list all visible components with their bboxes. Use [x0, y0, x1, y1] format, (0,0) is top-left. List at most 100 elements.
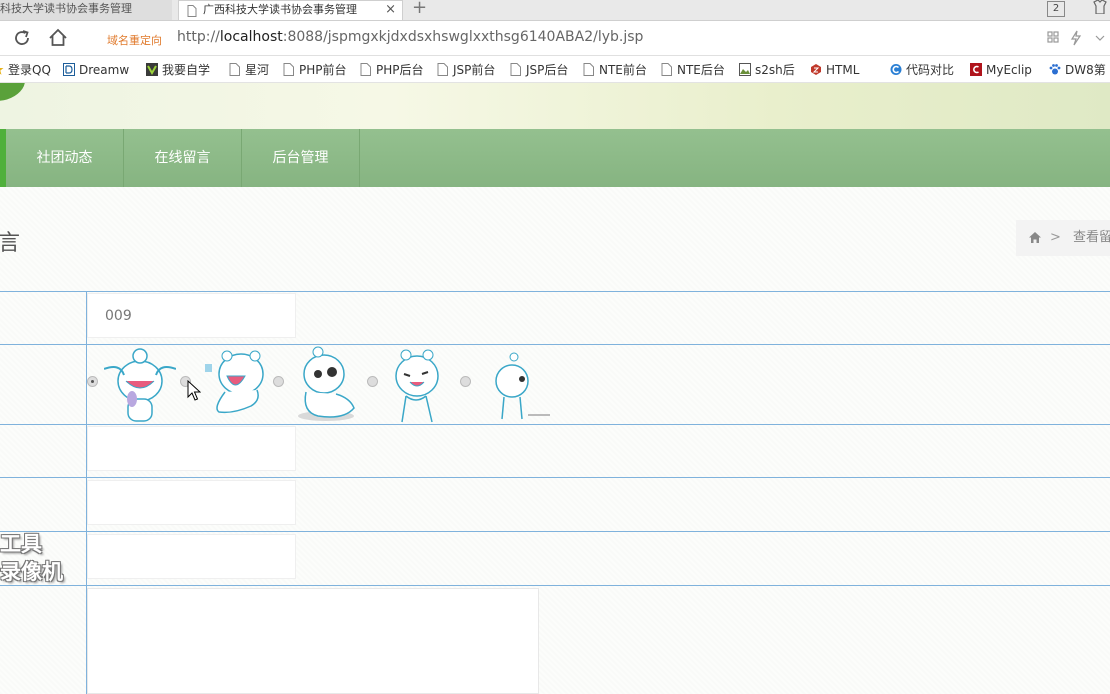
chevron-down-icon [1095, 35, 1105, 41]
form-row-divider [0, 344, 1110, 345]
star-icon [0, 68, 4, 75]
bookmark-item[interactable]: PHP后台 [360, 62, 424, 78]
form-row-divider [0, 477, 1110, 478]
bookmark-label: PHP后台 [376, 63, 424, 77]
page-icon [510, 63, 521, 76]
url-path: :8088/jspmgxkjdxdsxhswglxxthsg6140ABA2/l… [282, 29, 644, 45]
breadcrumb-separator: > [1050, 230, 1061, 245]
breadcrumb-current[interactable]: 查看留 [1073, 220, 1110, 256]
bookmark-label: DW8第 [1065, 63, 1106, 77]
nav-item-admin[interactable]: 后台管理 [242, 129, 360, 187]
nav-item-online-message[interactable]: 在线留言 [124, 129, 242, 187]
home-icon[interactable] [1028, 231, 1042, 244]
url-input[interactable]: http://localhost:8088/jspmgxkjdxdsxhswgl… [177, 29, 643, 45]
page-icon [661, 63, 672, 76]
tab-title: 广西科技大学读书协会事务管理 [203, 3, 357, 16]
bookmark-label: JSP后台 [526, 63, 569, 77]
bookmark-label: MyEclip [986, 63, 1032, 77]
bookmark-item[interactable]: 代码对比 [890, 62, 954, 78]
face-radio-3[interactable] [273, 376, 284, 387]
redirect-label: 域名重定向 [107, 34, 162, 47]
title-field[interactable] [87, 426, 296, 471]
bookmarks-bar: 登录QQ Dreamw 我要自学 星河 PHP前台 PHP后台 JSP前台 JS… [0, 56, 1110, 83]
bookmark-item[interactable]: 星河 [229, 62, 269, 78]
id-field[interactable]: 009 [87, 293, 296, 338]
page-icon [437, 63, 448, 76]
bookmark-label: NTE后台 [677, 63, 725, 77]
browser-tab-bar: 科技大学读书协会事务管理 广西科技大学读书协会事务管理 × + 2 [0, 0, 1110, 21]
face-crying-icon[interactable] [104, 347, 176, 425]
face-radio-1[interactable] [87, 376, 98, 387]
address-bar: 域名重定向 http://localhost:8088/jspmgxkjdxds… [0, 21, 1110, 56]
new-tab-icon[interactable]: + [412, 0, 427, 18]
tab-count-badge[interactable]: 2 [1047, 1, 1065, 17]
bookmark-item[interactable]: JSP后台 [510, 62, 568, 78]
bookmark-label: HTML [826, 63, 860, 77]
bookmark-label: JSP前台 [453, 63, 496, 77]
nav-item-club-news[interactable]: 社团动态 [6, 129, 124, 187]
message-textarea[interactable] [87, 588, 539, 694]
dreamweaver-icon [63, 63, 75, 76]
url-prefix: http:// [177, 29, 220, 45]
paw-icon [1049, 64, 1061, 75]
bookmark-label: 代码对比 [906, 63, 955, 77]
bookmark-label: 登录QQ [8, 63, 51, 77]
face-radio-5[interactable] [460, 376, 471, 387]
leaf-logo [0, 83, 30, 107]
close-tab-icon[interactable]: × [385, 1, 396, 19]
bookmark-label: 我要自学 [162, 63, 211, 77]
mouse-cursor-icon [187, 380, 201, 401]
watermark-line: 录像机 [0, 560, 63, 584]
bookmark-item[interactable]: 我要自学 [146, 62, 210, 78]
form-row-divider [0, 585, 1110, 586]
face-walking-icon[interactable] [492, 351, 552, 421]
lightning-icon [1070, 30, 1082, 46]
bookmark-item[interactable]: HTML [810, 62, 859, 78]
name-field[interactable] [87, 480, 296, 525]
html-icon [811, 64, 821, 75]
bookmark-label: PHP前台 [299, 63, 347, 77]
image-icon [739, 63, 751, 76]
recorder-watermark: 工具 录像机 [0, 530, 63, 586]
bookmark-item[interactable]: DW8第 [1049, 62, 1106, 78]
browser-tab-active[interactable]: 广西科技大学读书协会事务管理 × [178, 0, 403, 20]
breadcrumb: > 查看留 [1016, 220, 1110, 256]
home-icon[interactable] [48, 28, 68, 48]
contact-field[interactable] [87, 534, 296, 579]
face-shy-icon[interactable] [296, 346, 358, 424]
page-icon [283, 63, 294, 76]
bookmark-item[interactable]: Dreamw [63, 62, 129, 78]
c-icon [890, 64, 902, 75]
refresh-icon[interactable] [12, 28, 32, 48]
bookmark-item[interactable]: PHP前台 [283, 62, 347, 78]
form-row-divider [0, 291, 1110, 292]
bookmark-item[interactable]: JSP前台 [437, 62, 495, 78]
main-nav: 社团动态 在线留言 后台管理 [0, 129, 1110, 187]
bookmark-label: Dreamw [79, 63, 130, 77]
bookmark-label: 星河 [245, 63, 270, 77]
browser-tab-inactive[interactable]: 科技大学读书协会事务管理 [0, 0, 172, 20]
bookmark-item[interactable]: MyEclip [970, 62, 1032, 78]
page-icon [229, 63, 240, 76]
watermark-line: 工具 [0, 532, 42, 556]
bookmark-item[interactable]: 登录QQ [0, 62, 51, 78]
tab-title: 科技大学读书协会事务管理 [0, 2, 132, 15]
site-banner [0, 83, 1110, 129]
document-icon [187, 5, 197, 17]
page-icon [360, 63, 371, 76]
page-title: 言 [0, 231, 21, 256]
bookmark-label: s2sh后 [755, 63, 795, 77]
bookmark-label: NTE前台 [599, 63, 647, 77]
face-laughing-icon[interactable] [203, 350, 269, 416]
page-icon [583, 63, 594, 76]
form-row-divider [0, 531, 1110, 532]
face-radio-4[interactable] [367, 376, 378, 387]
v-icon [146, 63, 158, 76]
bookmark-item[interactable]: NTE后台 [661, 62, 725, 78]
shirt-icon[interactable] [1088, 0, 1110, 14]
bookmark-item[interactable]: NTE前台 [583, 62, 647, 78]
address-toolbar-icons[interactable] [1046, 30, 1110, 46]
bookmark-item[interactable]: s2sh后 [739, 62, 795, 78]
face-happy-icon[interactable] [392, 348, 446, 424]
myeclipse-icon [970, 63, 982, 76]
